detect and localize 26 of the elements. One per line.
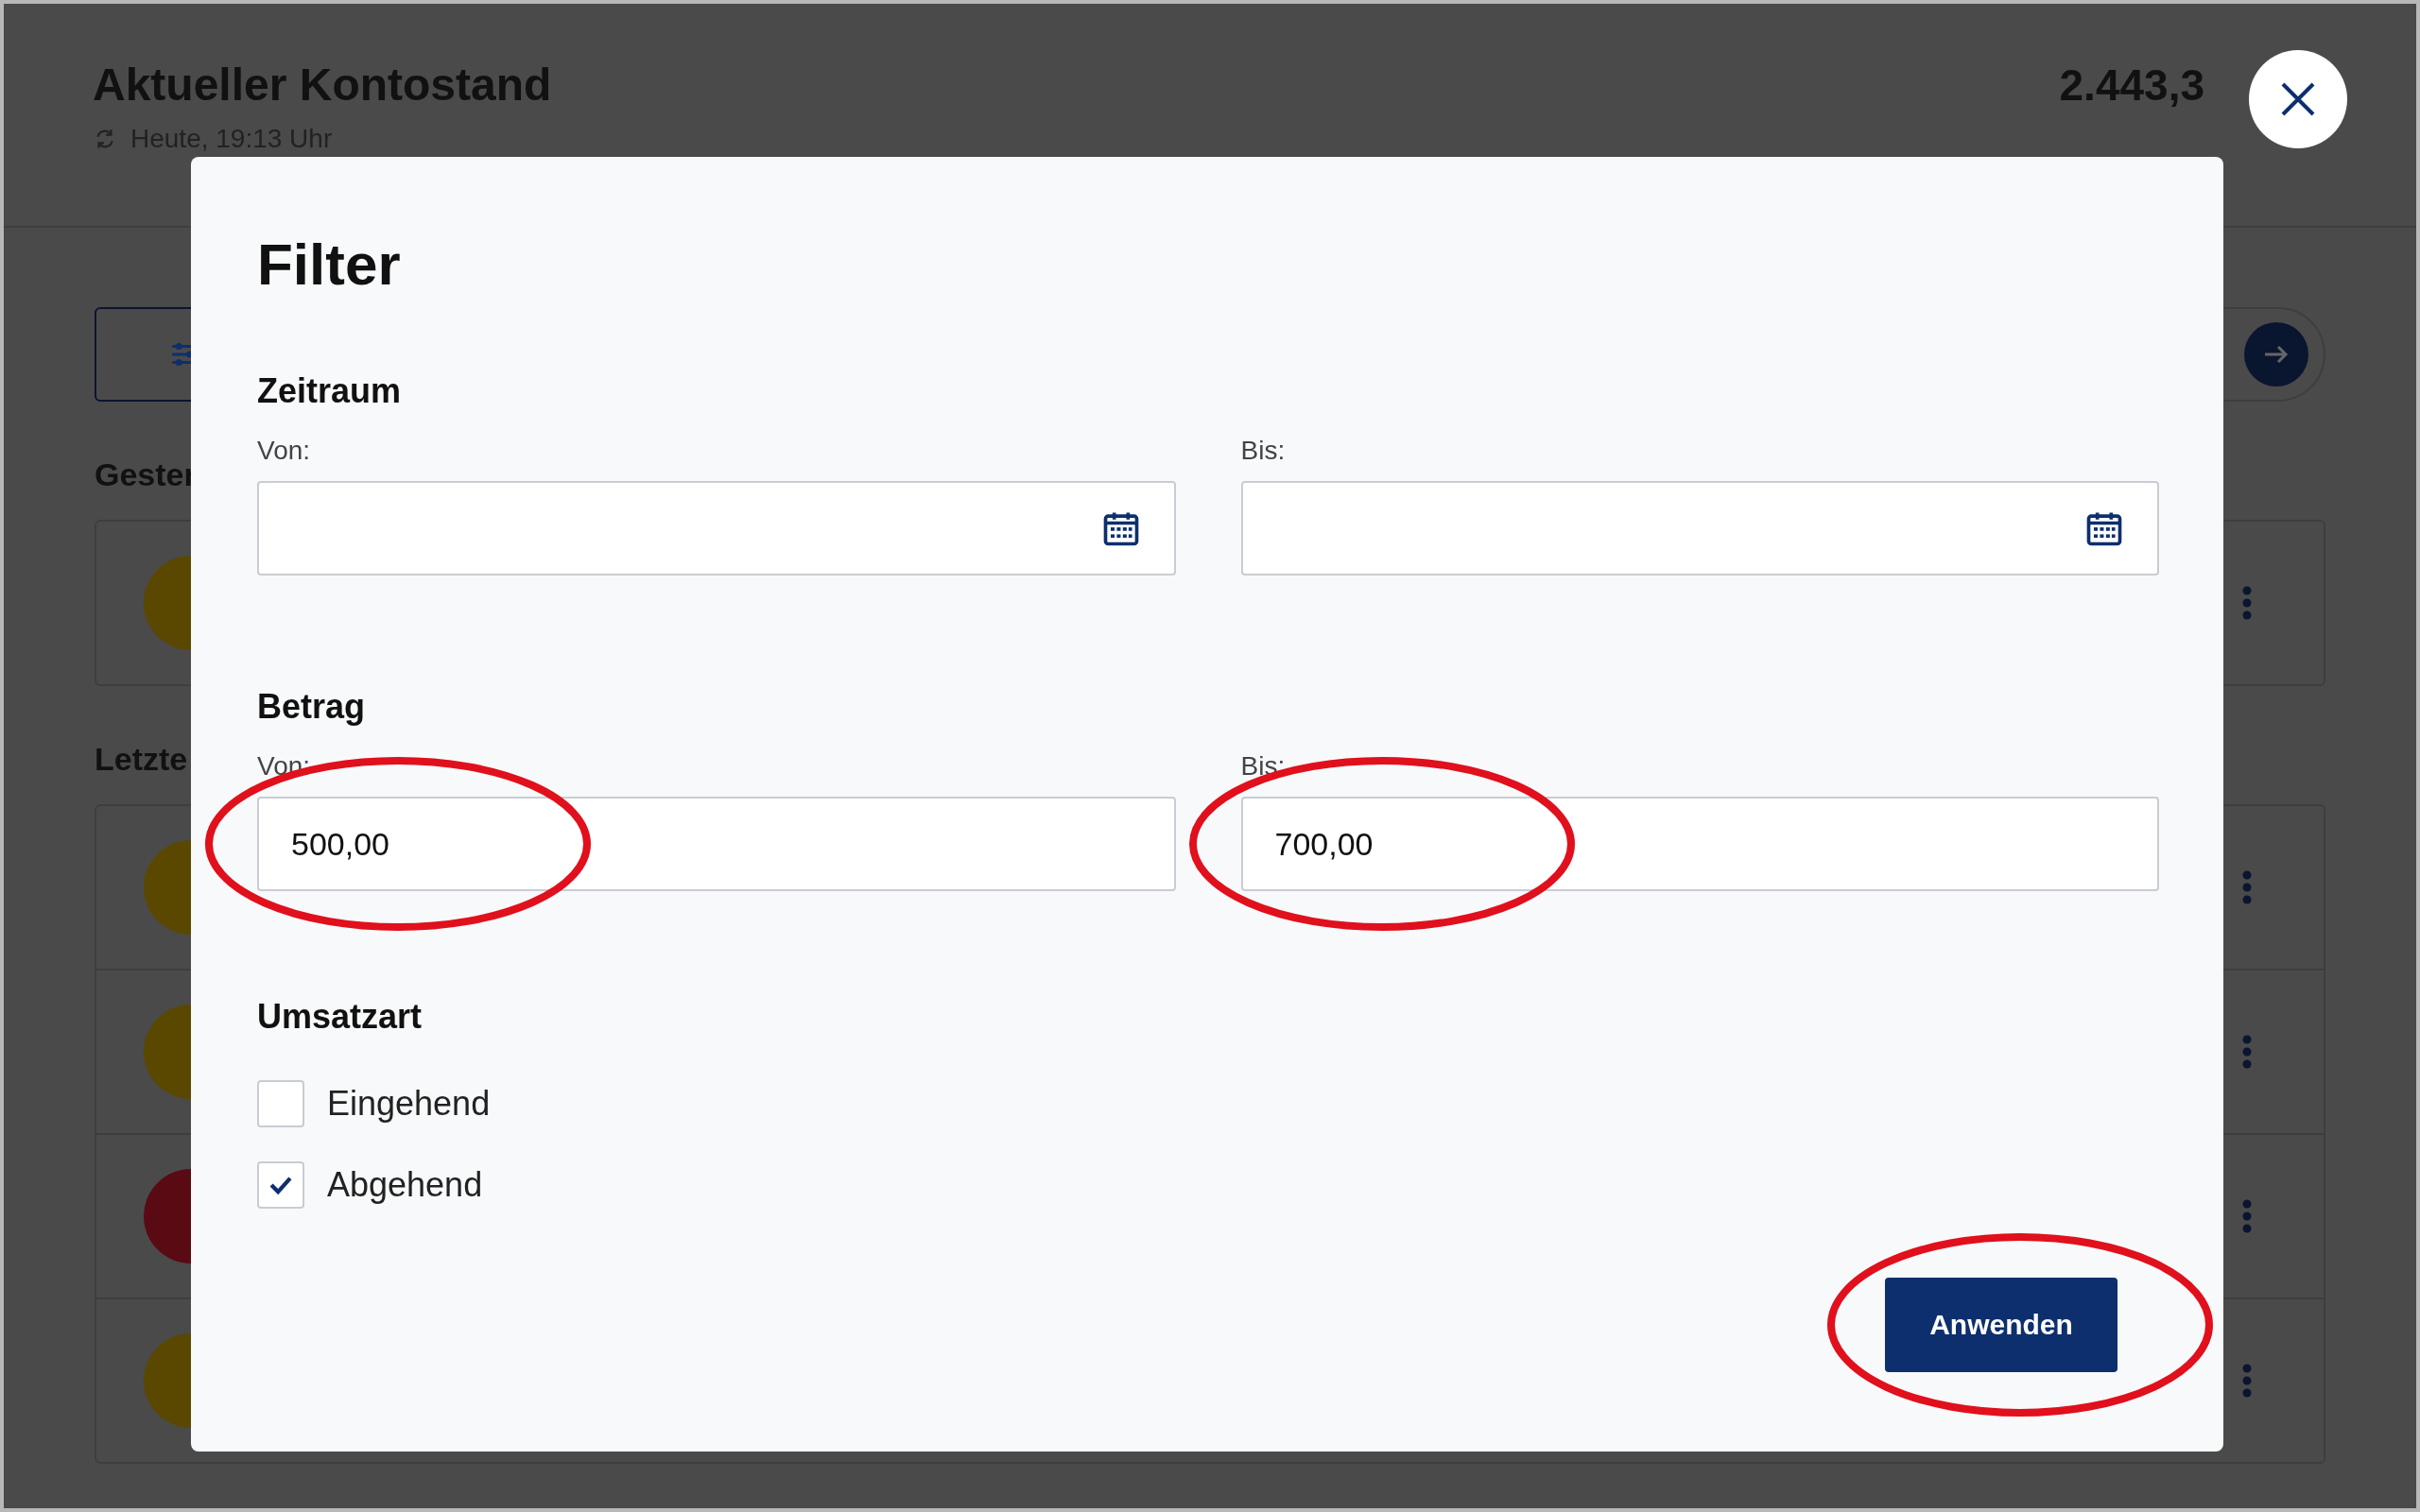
arrow-right-icon[interactable] (2244, 322, 2308, 387)
more-icon[interactable] (2242, 586, 2252, 620)
apply-button[interactable]: Anwenden (1885, 1278, 2118, 1372)
field-label: Von: (257, 436, 312, 466)
section-label: Gester (95, 456, 197, 493)
dialog-title: Filter (257, 231, 402, 298)
close-icon (2279, 80, 2317, 118)
group-heading: Betrag (257, 687, 367, 727)
date-field[interactable] (1240, 481, 2159, 576)
balance-amount: 2.443,3 (2059, 60, 2204, 111)
page-title: Aktueller Kontostand (93, 59, 552, 111)
date-field[interactable] (257, 481, 1176, 576)
more-icon[interactable] (2242, 1364, 2252, 1398)
section-label: Letzte (95, 741, 188, 778)
checkbox-label: Abgehend (327, 1165, 483, 1205)
more-icon[interactable] (2242, 870, 2252, 904)
more-icon[interactable] (2242, 1199, 2252, 1233)
field-label: Bis: (1240, 436, 1287, 466)
more-icon[interactable] (2242, 1035, 2252, 1069)
group-heading: Umsatzart (257, 997, 424, 1037)
checkbox[interactable] (257, 1080, 304, 1127)
amount-field[interactable]: 700,00 (1240, 797, 2159, 891)
checkbox[interactable] (257, 1161, 304, 1209)
checkbox-label: Eingehend (327, 1084, 491, 1124)
amount-field[interactable]: 500,00 (257, 797, 1176, 891)
group-heading: Zeitraum (257, 371, 403, 411)
